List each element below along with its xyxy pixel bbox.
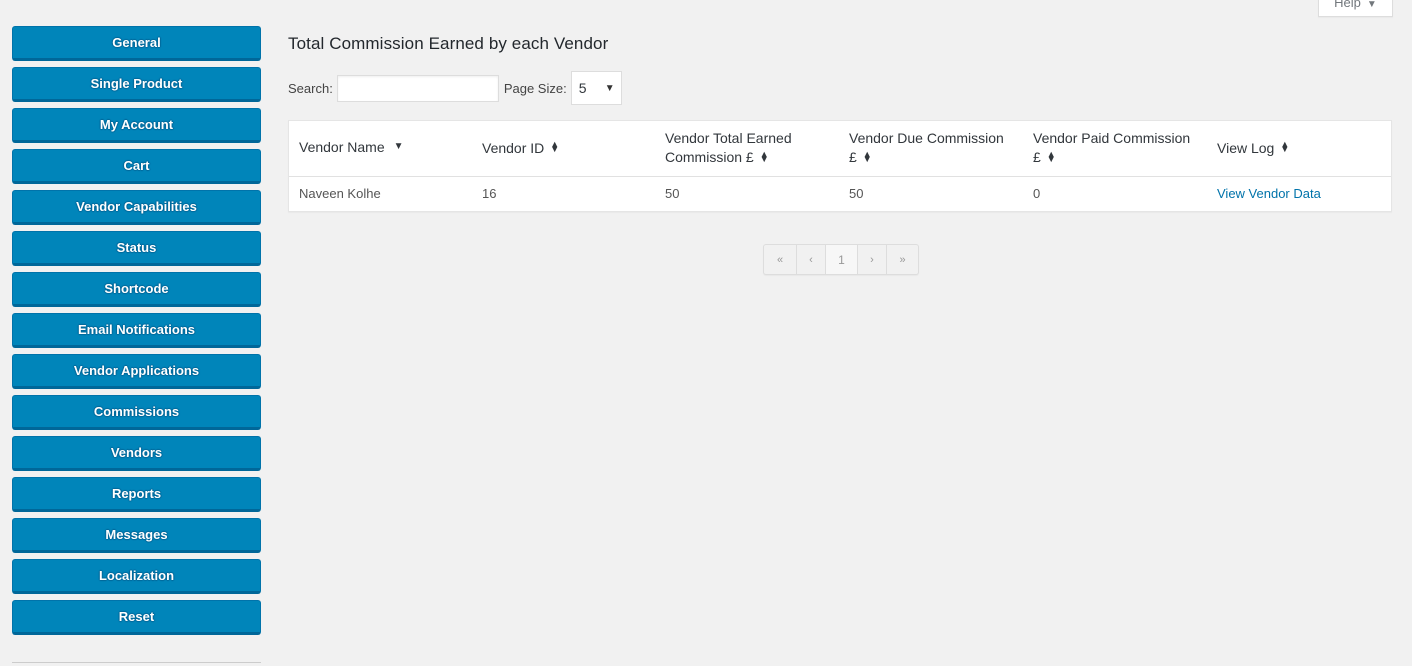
sort-icon: ▲ ▼: [862, 148, 872, 164]
first-page-button[interactable]: «: [764, 245, 797, 274]
column-label-currency: Commission £: [665, 149, 754, 166]
last-page-button[interactable]: »: [887, 245, 918, 274]
sort-icon: ▲ ▼: [1280, 139, 1290, 155]
column-label-currency: £: [1033, 149, 1041, 166]
sidebar-item-vendor-applications[interactable]: Vendor Applications: [12, 354, 261, 389]
column-label: Vendor Paid Commission: [1033, 130, 1191, 147]
column-header-view-log[interactable]: View Log ▲ ▼: [1207, 121, 1391, 177]
next-page-button[interactable]: ›: [858, 245, 887, 274]
sidebar-divider: [12, 662, 261, 663]
page-size-select[interactable]: 5 ▼: [570, 71, 622, 105]
sidebar-item-messages[interactable]: Messages: [12, 518, 261, 553]
sort-icon: ▲ ▼: [1046, 148, 1056, 164]
sidebar-item-general[interactable]: General: [12, 26, 261, 61]
sidebar-item-reports[interactable]: Reports: [12, 477, 261, 512]
column-label: Vendor Name: [299, 139, 385, 156]
sidebar-item-cart[interactable]: Cart: [12, 149, 261, 184]
cell-vendor-name: Naveen Kolhe: [299, 186, 381, 202]
caret-down-icon: ▼: [604, 82, 615, 94]
column-header-vendor-name[interactable]: Vendor Name ▼: [289, 121, 472, 177]
column-label-currency: £: [849, 149, 857, 166]
sidebar-item-status[interactable]: Status: [12, 231, 261, 266]
table-header-row: Vendor Name ▼ Vendor ID ▲ ▼ Vendor Total Ea…: [289, 121, 1391, 177]
column-label: View Log: [1217, 139, 1275, 156]
sidebar-item-reset[interactable]: Reset: [12, 600, 261, 635]
sidebar-item-my-account[interactable]: My Account: [12, 108, 261, 143]
help-label: Help: [1334, 0, 1361, 10]
sidebar-item-single-product[interactable]: Single Product: [12, 67, 261, 102]
page-size-label: Page Size:: [503, 80, 567, 96]
page-title: Total Commission Earned by each Vendor: [288, 34, 609, 53]
column-label: Vendor Total Earned: [665, 130, 792, 147]
column-header-due-commission[interactable]: Vendor Due Commission £ ▲ ▼: [839, 121, 1023, 177]
table-row: Naveen Kolhe 16 50 50 0 View Vendor Data: [289, 176, 1391, 211]
cell-view-log: View Vendor Data: [1207, 176, 1391, 211]
pagination: « ‹ 1 › »: [763, 244, 919, 275]
sidebar-item-localization[interactable]: Localization: [12, 559, 261, 594]
settings-sidebar: General Single Product My Account Cart V…: [12, 26, 261, 663]
column-label: Vendor Due Commission: [849, 130, 1004, 147]
cell-total-earned: 50: [665, 186, 680, 202]
cell-due-commission: 50: [849, 186, 864, 202]
column-label: Vendor ID: [482, 139, 545, 156]
column-header-paid-commission[interactable]: Vendor Paid Commission £ ▲ ▼: [1023, 121, 1207, 177]
sort-descending-icon: ▼: [393, 141, 404, 153]
sort-icon: ▲ ▼: [759, 148, 769, 164]
table-controls: Search: Page Size: 5 ▼: [288, 71, 622, 105]
page-size-value: 5: [578, 80, 587, 96]
sidebar-item-vendors[interactable]: Vendors: [12, 436, 261, 471]
caret-down-icon: ▼: [1366, 0, 1377, 10]
column-header-vendor-id[interactable]: Vendor ID ▲ ▼: [472, 121, 655, 177]
cell-paid-commission: 0: [1033, 186, 1041, 202]
commission-table: Vendor Name ▼ Vendor ID ▲ ▼ Vendor Total Ea…: [288, 120, 1392, 212]
page-1-button[interactable]: 1: [826, 245, 858, 274]
sidebar-item-vendor-capabilities[interactable]: Vendor Capabilities: [12, 190, 261, 225]
search-input[interactable]: [336, 74, 499, 102]
sidebar-item-shortcode[interactable]: Shortcode: [12, 272, 261, 307]
prev-page-button[interactable]: ‹: [797, 245, 826, 274]
help-button[interactable]: Help ▼: [1318, 0, 1393, 17]
search-label: Search:: [288, 80, 333, 96]
column-header-total-earned[interactable]: Vendor Total Earned Commission £ ▲ ▼: [655, 121, 839, 177]
sidebar-item-commissions[interactable]: Commissions: [12, 395, 261, 430]
cell-vendor-id: 16: [482, 186, 497, 202]
sidebar-item-email-notifications[interactable]: Email Notifications: [12, 313, 261, 348]
view-vendor-data-link[interactable]: View Vendor Data: [1217, 186, 1321, 201]
sort-icon: ▲ ▼: [550, 139, 560, 155]
